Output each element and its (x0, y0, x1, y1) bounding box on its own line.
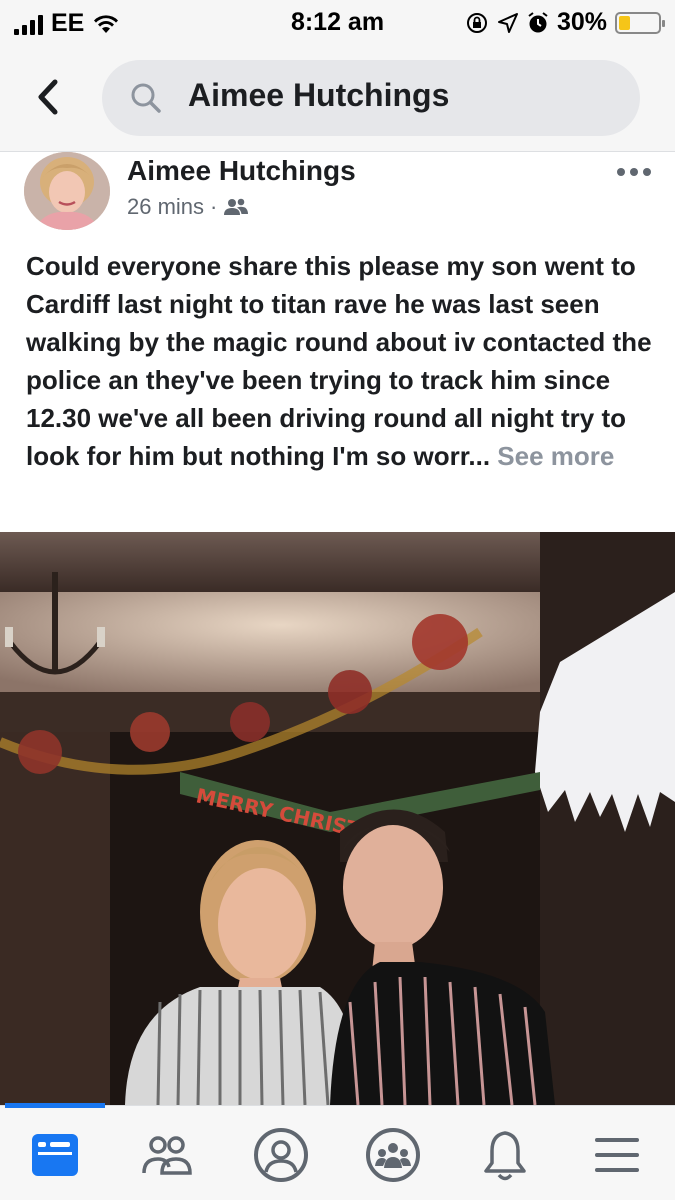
chevron-left-icon (38, 79, 58, 115)
friends-icon (142, 1136, 192, 1175)
search-icon (131, 83, 161, 113)
battery-level-fill (619, 15, 630, 30)
profile-icon (254, 1128, 308, 1182)
tab-groups[interactable] (358, 1120, 428, 1190)
more-dots-icon (617, 168, 625, 176)
tab-news-feed[interactable] (20, 1120, 90, 1190)
menu-icon (595, 1138, 639, 1172)
status-bar: EE 8:12 am 30% (0, 0, 675, 44)
post-author[interactable]: Aimee Hutchings (127, 155, 356, 187)
bottom-nav (0, 1103, 675, 1200)
battery-icon (615, 11, 665, 34)
tab-menu[interactable] (582, 1120, 652, 1190)
search-header: Aimee Hutchings (0, 44, 675, 152)
post-meta: 26 mins · (127, 194, 249, 220)
avatar-image (24, 152, 110, 230)
tab-profile[interactable] (246, 1120, 316, 1190)
see-more-link[interactable]: See more (497, 441, 614, 471)
search-query: Aimee Hutchings (188, 77, 450, 113)
friends-icon (224, 198, 249, 215)
post-card: Aimee Hutchings 26 mins · Could everyone… (0, 152, 675, 532)
post-body: Could everyone share this please my son … (26, 247, 656, 475)
bell-icon (484, 1131, 526, 1181)
more-options-button[interactable] (617, 168, 651, 176)
search-input[interactable]: Aimee Hutchings (102, 60, 640, 136)
post-photo[interactable]: MERRY CHRISTMAS (0, 532, 675, 1105)
nav-active-indicator (5, 1103, 105, 1108)
tab-notifications[interactable] (470, 1120, 540, 1190)
battery-percent: 30% (556, 8, 607, 36)
groups-icon (366, 1128, 420, 1182)
post-text: Could everyone share this please my son … (26, 251, 652, 471)
meta-separator: · (210, 194, 218, 219)
photo-image: MERRY CHRISTMAS (0, 532, 675, 1105)
post-time[interactable]: 26 mins (127, 194, 204, 220)
alarm-icon (528, 11, 548, 32)
tab-friends[interactable] (132, 1120, 202, 1190)
orientation-lock-icon (466, 12, 487, 33)
location-icon (497, 12, 518, 33)
avatar[interactable] (24, 152, 110, 230)
news-feed-icon (32, 1134, 78, 1176)
status-right: 30% (465, 8, 665, 37)
back-button[interactable] (28, 74, 68, 120)
